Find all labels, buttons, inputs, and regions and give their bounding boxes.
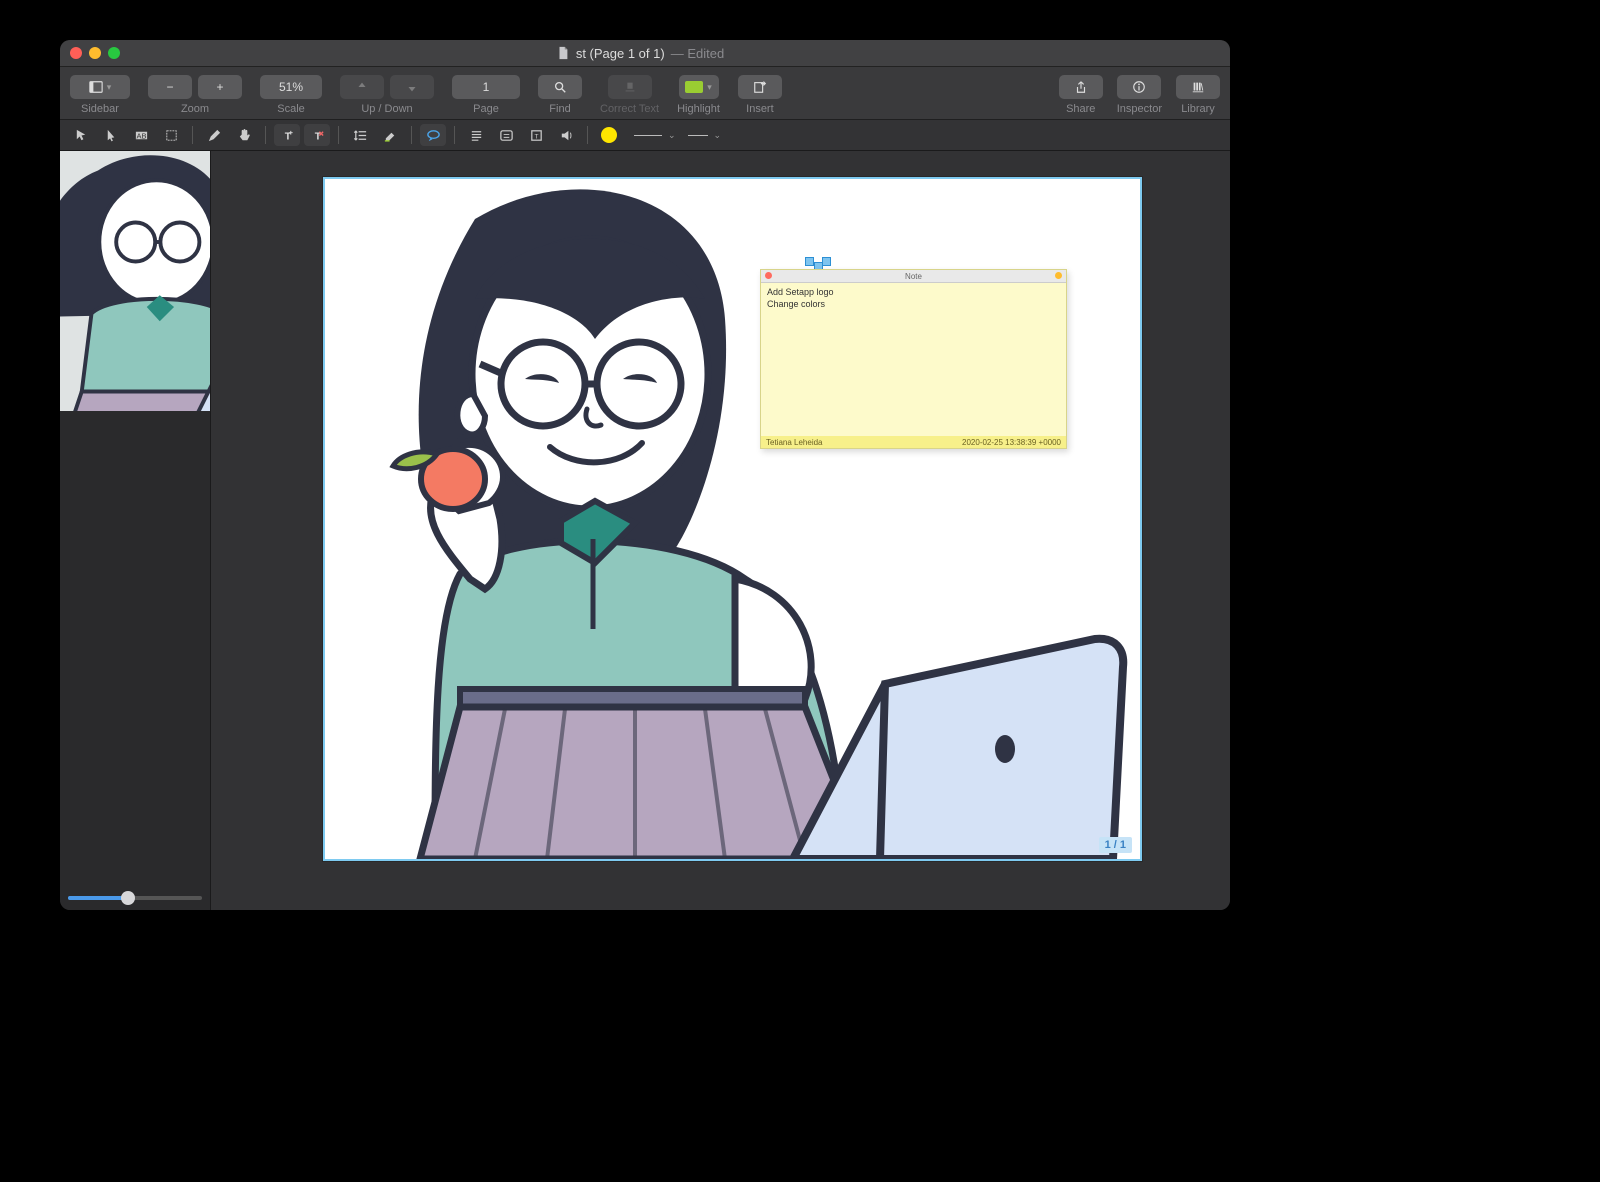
page-indicator: 1 / 1 [1099, 837, 1132, 853]
page-group: 1 Page [452, 75, 520, 115]
share-button[interactable] [1059, 75, 1103, 99]
line-end-picker[interactable]: ⌄ [688, 130, 722, 141]
scale-group: 51% Scale [260, 75, 322, 115]
share-label: Share [1066, 103, 1095, 115]
highlight-button[interactable]: ▾ [679, 75, 719, 99]
select-tool[interactable] [98, 124, 124, 146]
library-label: Library [1181, 103, 1215, 115]
page-down-button[interactable] [390, 75, 434, 99]
insert-group: Insert [738, 75, 782, 115]
note-body[interactable]: Add Setapp logo Change colors [761, 283, 1066, 314]
app-window: st (Page 1 of 1) — Edited ▾ Sidebar − + … [60, 40, 1230, 910]
sound-tool[interactable] [553, 124, 579, 146]
crop-tool[interactable] [158, 124, 184, 146]
note-line-1: Add Setapp logo [767, 287, 1060, 299]
workspace: Note Add Setapp logo Change colors Tetia… [60, 151, 1230, 910]
note-timestamp: 2020-02-25 13:38:39 +0000 [962, 438, 1061, 447]
note-footer: Tetiana Leheida 2020-02-25 13:38:39 +000… [761, 436, 1066, 448]
textbox-tool[interactable]: AB [128, 124, 154, 146]
linespacing-tool[interactable] [347, 124, 373, 146]
fullscreen-window-button[interactable] [108, 47, 120, 59]
minimize-window-button[interactable] [89, 47, 101, 59]
page-thumbnail[interactable] [60, 151, 210, 411]
close-window-button[interactable] [70, 47, 82, 59]
form-tool[interactable] [493, 124, 519, 146]
document-name: st (Page 1 of 1) [576, 46, 665, 61]
highlight-label: Highlight [677, 103, 720, 115]
note-line-2: Change colors [767, 299, 1060, 311]
document-icon [556, 46, 570, 60]
text-add-tool[interactable]: T [274, 124, 300, 146]
stroke-style-picker[interactable]: ⌄ [634, 130, 676, 141]
zoom-group: − + Zoom [148, 75, 242, 115]
document-page[interactable]: Note Add Setapp logo Change colors Tetia… [323, 177, 1142, 861]
zoom-label: Zoom [181, 103, 209, 115]
scale-value-button[interactable]: 51% [260, 75, 322, 99]
marker-tool[interactable] [377, 124, 403, 146]
inspector-label: Inspector [1117, 103, 1162, 115]
right-tool-group: Share Inspector Library [1059, 75, 1220, 115]
inspector-button[interactable] [1117, 75, 1161, 99]
thumbnail-illustration [60, 151, 210, 411]
canvas[interactable]: Note Add Setapp logo Change colors Tetia… [211, 151, 1230, 910]
correct-text-group: Correct Text [600, 75, 659, 115]
insert-button[interactable] [738, 75, 782, 99]
main-toolbar: ▾ Sidebar − + Zoom 51% Scale [60, 67, 1230, 120]
library-button[interactable] [1176, 75, 1220, 99]
edit-select-tool[interactable] [68, 124, 94, 146]
titlebar: st (Page 1 of 1) — Edited [60, 40, 1230, 67]
note-titlebar[interactable]: Note [761, 270, 1066, 283]
find-button[interactable] [538, 75, 582, 99]
scale-label: Scale [277, 103, 305, 115]
zoom-out-button[interactable]: − [148, 75, 192, 99]
yellow-swatch-icon [601, 127, 617, 143]
correct-text-button[interactable] [608, 75, 652, 99]
edited-indicator: — Edited [671, 46, 724, 61]
color-swatch-button[interactable] [596, 124, 622, 146]
zoom-in-button[interactable]: + [198, 75, 242, 99]
callout-tool[interactable] [420, 124, 446, 146]
pencil-tool[interactable] [201, 124, 227, 146]
note-author: Tetiana Leheida [766, 438, 823, 447]
note-title: Note [905, 272, 922, 281]
updown-group: Up / Down [340, 75, 434, 115]
hand-tool[interactable] [231, 124, 257, 146]
annotation-toolbar: AB T T T ⌄ ⌄ [60, 120, 1230, 151]
highlight-group: ▾ Highlight [677, 75, 720, 115]
paragraph-tool[interactable] [463, 124, 489, 146]
sidebar-toggle-button[interactable]: ▾ [70, 75, 130, 99]
note-minimize-icon[interactable] [1055, 272, 1062, 279]
highlight-swatch [685, 81, 703, 93]
find-group: Find [538, 75, 582, 115]
page-label: Page [473, 103, 499, 115]
note-close-icon[interactable] [765, 272, 772, 279]
svg-text:AB: AB [136, 131, 146, 140]
insert-label: Insert [746, 103, 774, 115]
page-up-button[interactable] [340, 75, 384, 99]
text-remove-tool[interactable]: T [304, 124, 330, 146]
thumbnail-sidebar [60, 151, 211, 910]
correct-text-label: Correct Text [600, 103, 659, 115]
sidebar-group: ▾ Sidebar [70, 75, 130, 115]
svg-text:T: T [534, 133, 538, 140]
page-number-field[interactable]: 1 [452, 75, 520, 99]
window-controls [70, 47, 120, 59]
find-label: Find [549, 103, 570, 115]
sidebar-label: Sidebar [81, 103, 119, 115]
window-title: st (Page 1 of 1) — Edited [128, 46, 1152, 61]
thumbnail-zoom-slider[interactable] [68, 896, 202, 900]
updown-label: Up / Down [361, 103, 412, 115]
sticky-note[interactable]: Note Add Setapp logo Change colors Tetia… [760, 269, 1067, 449]
link-tool[interactable]: T [523, 124, 549, 146]
